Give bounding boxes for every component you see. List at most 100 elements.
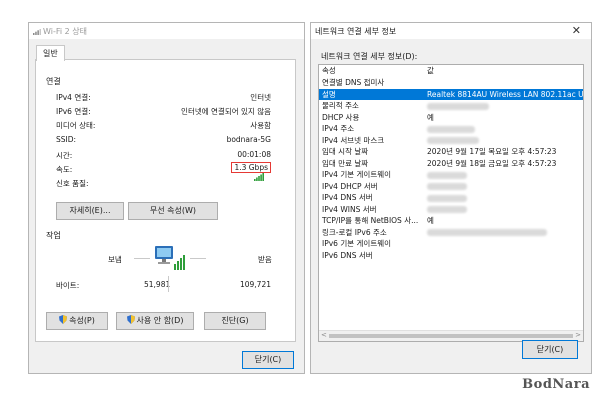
scroll-thumb[interactable] (329, 334, 573, 338)
redacted-value (427, 125, 475, 133)
property-name: IPv6 DNS 서버 (322, 250, 373, 260)
property-name: IPv4 DNS 서버 (322, 193, 373, 202)
sent-label: 보냄 (108, 255, 122, 264)
activity-section-heading: 작업 (46, 231, 61, 240)
title-bar: Wi-Fi 2 상태 (29, 23, 304, 39)
property-name: IPv4 서브넷 마스크 (322, 135, 385, 145)
property-value: 예 (427, 216, 434, 225)
list-item[interactable]: TCP/IP를 통해 NetBIOS 사... 예 (319, 215, 583, 227)
list-item[interactable]: IPv4 주소 (319, 123, 583, 135)
property-name: IPv4 주소 (322, 124, 355, 133)
details-list[interactable]: 속성 값 연결별 DNS 접미사 설명 Realtek 8814AU Wirele… (318, 64, 584, 342)
redacted-value (427, 194, 467, 202)
property-name: DHCP 사용 (322, 112, 360, 122)
property-name: TCP/IP를 통해 NetBIOS 사... (322, 216, 419, 225)
property-name: 임대 시작 날짜 (322, 147, 369, 156)
ssid-label: SSID: (56, 135, 77, 144)
network-computer-icon (155, 246, 185, 270)
disable-button[interactable]: 사용 안 함(D) (116, 312, 194, 330)
list-item[interactable]: 링크-로컬 IPv6 주소 (319, 227, 583, 239)
list-item[interactable]: 임대 시작 날짜 2020년 9월 17일 목요일 오후 4:57:23 (319, 146, 583, 158)
wifi-signal-icon (33, 29, 41, 35)
property-value: 예 (427, 112, 434, 122)
bytes-sent-value: 51,981 (144, 280, 171, 289)
details-list-title: 네트워크 연결 세부 정보(D): (321, 52, 418, 61)
connection-details-window: 네트워크 연결 세부 정보 ✕ 네트워크 연결 세부 정보(D): 속성 값 연… (310, 22, 592, 374)
wireless-properties-button[interactable]: 무선 속성(W) (128, 202, 218, 220)
properties-button-label: 속성(P) (69, 316, 95, 325)
list-item[interactable]: IPv4 서브넷 마스크 (319, 135, 583, 147)
redacted-value (427, 206, 467, 213)
column-header-value[interactable]: 값 (427, 65, 434, 77)
ipv6-connection-label: IPv6 연결: (56, 107, 91, 116)
redacted-value (427, 137, 479, 144)
received-line (190, 258, 206, 259)
ipv6-connection-value: 인터넷에 연결되어 있지 않음 (181, 107, 271, 116)
ipv4-connection-label: IPv4 연결: (56, 93, 91, 102)
property-name: IPv6 기본 게이트웨이 (322, 239, 392, 248)
property-name: 물리적 주소 (322, 101, 359, 110)
ssid-value: bodnara-5G (226, 135, 271, 144)
property-name: IPv4 WINS 서버 (322, 204, 377, 214)
property-value: 2020년 9월 18일 금요일 오후 4:57:23 (427, 158, 557, 168)
details-button[interactable]: 자세히(E)... (56, 202, 124, 220)
ipv4-connection-value: 인터넷 (250, 93, 271, 102)
diagnose-button[interactable]: 진단(G) (204, 312, 266, 330)
list-item[interactable]: IPv4 DNS 서버 (319, 192, 583, 204)
properties-button[interactable]: 속성(P) (46, 312, 108, 330)
list-item[interactable]: DHCP 사용 예 (319, 112, 583, 124)
window-title: 네트워크 연결 세부 정보 (315, 27, 397, 36)
signal-quality-label: 신호 품질: (56, 179, 89, 188)
list-header: 속성 값 (319, 65, 583, 77)
property-value: Realtek 8814AU Wireless LAN 802.11ac USB (427, 89, 584, 99)
tab-general[interactable]: 일반 (36, 45, 65, 61)
signal-quality-icon (254, 173, 264, 181)
property-name: 설명 (322, 89, 336, 99)
speed-label: 속도: (56, 165, 73, 174)
title-bar: 네트워크 연결 세부 정보 ✕ (311, 23, 591, 39)
bytes-received-value: 109,721 (239, 280, 271, 289)
close-button[interactable]: 닫기(C) (522, 340, 578, 359)
list-item[interactable]: 임대 만료 날짜 2020년 9월 18일 금요일 오후 4:57:23 (319, 158, 583, 170)
general-panel: 연결 IPv4 연결: 인터넷 IPv6 연결: 인터넷에 연결되어 있지 않음… (35, 59, 296, 342)
duration-label: 시간: (56, 151, 73, 160)
list-item-selected[interactable]: 설명 Realtek 8814AU Wireless LAN 802.11ac U… (319, 88, 584, 100)
connection-section-heading: 연결 (46, 77, 61, 86)
redacted-value (427, 183, 467, 190)
property-name: IPv4 DHCP 서버 (322, 181, 378, 191)
uac-shield-icon (59, 315, 68, 324)
duration-value: 00:01:08 (237, 150, 271, 159)
wifi-status-window: Wi-Fi 2 상태 일반 연결 IPv4 연결: 인터넷 IPv6 연결: 인… (28, 22, 305, 374)
close-icon[interactable]: ✕ (572, 24, 581, 37)
speed-value: 1.3 Gbps (231, 162, 271, 173)
property-name: IPv4 기본 게이트웨이 (322, 170, 392, 179)
property-name: 임대 만료 날짜 (322, 158, 369, 168)
bytes-divider (168, 276, 169, 292)
property-name: 연결별 DNS 접미사 (322, 78, 385, 87)
bytes-label: 바이트: (56, 281, 80, 290)
redacted-value (427, 229, 547, 236)
close-button[interactable]: 닫기(C) (242, 351, 294, 369)
list-item[interactable]: IPv4 DHCP 서버 (319, 181, 583, 193)
property-name: 링크-로컬 IPv6 주소 (322, 227, 387, 237)
list-item[interactable]: 연결별 DNS 접미사 (319, 77, 583, 89)
sent-line (134, 258, 150, 259)
redacted-value (427, 102, 489, 110)
list-item[interactable]: IPv6 기본 게이트웨이 (319, 238, 583, 250)
scroll-left-icon[interactable]: < (321, 331, 327, 339)
uac-shield-icon (126, 315, 135, 324)
list-item[interactable]: IPv4 WINS 서버 (319, 204, 583, 216)
property-value: 2020년 9월 17일 목요일 오후 4:57:23 (427, 147, 557, 156)
column-header-property[interactable]: 속성 (322, 65, 336, 77)
list-item[interactable]: 물리적 주소 (319, 100, 583, 112)
redacted-value (427, 171, 467, 179)
list-item[interactable]: IPv6 DNS 서버 (319, 250, 583, 262)
disable-button-label: 사용 안 함(D) (136, 316, 184, 325)
scroll-right-icon[interactable]: > (575, 331, 581, 339)
media-state-label: 미디어 상태: (56, 121, 96, 130)
received-label: 받음 (258, 255, 272, 264)
list-item[interactable]: IPv4 기본 게이트웨이 (319, 169, 583, 181)
window-title: Wi-Fi 2 상태 (43, 27, 87, 36)
bodnara-watermark-logo: BodNara (522, 377, 590, 392)
media-state-value: 사용함 (250, 121, 271, 130)
